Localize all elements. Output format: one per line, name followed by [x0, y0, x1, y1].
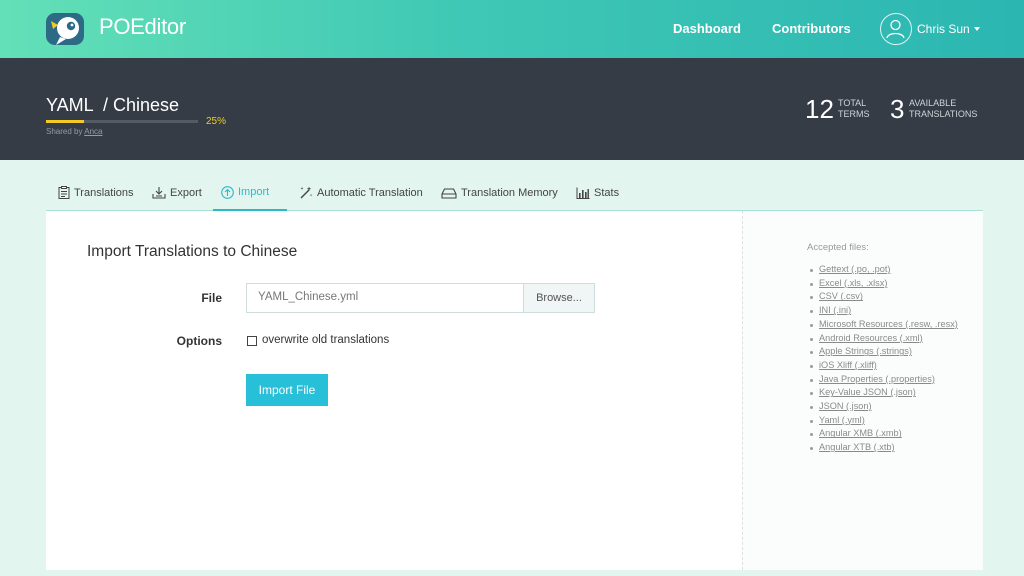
- options-label: Options: [176, 334, 222, 348]
- tab-label: Automatic Translation: [317, 186, 423, 199]
- accepted-file-link[interactable]: Android Resources (.xml): [819, 333, 923, 343]
- progress-fill: [46, 120, 84, 123]
- accepted-files-title: Accepted files:: [807, 242, 869, 253]
- accepted-file-link[interactable]: INI (.ini): [819, 305, 851, 315]
- progress-percent: 25%: [206, 116, 227, 127]
- bar-chart-icon: [576, 187, 590, 199]
- accepted-file-link[interactable]: Microsoft Resources (.resw, .resx): [819, 319, 958, 329]
- stat-label-line: TOTAL: [838, 98, 867, 108]
- accepted-file-link[interactable]: Excel (.xls, .xlsx): [819, 278, 887, 288]
- file-path-input[interactable]: YAML_Chinese.yml: [246, 283, 524, 313]
- stat-total-terms-number: 12: [805, 94, 834, 124]
- clipboard-list-icon: [58, 186, 70, 199]
- overwrite-checkbox[interactable]: [247, 336, 257, 346]
- accepted-file-link[interactable]: CSV (.csv): [819, 291, 863, 301]
- list-item: Gettext (.po, .pot): [807, 263, 977, 277]
- brand-name[interactable]: POEditor: [99, 14, 186, 40]
- project-tabs: Translations Export Import Automatic Tra…: [46, 175, 983, 211]
- tab-import[interactable]: Import: [213, 175, 287, 211]
- accepted-file-link[interactable]: Gettext (.po, .pot): [819, 264, 891, 274]
- accepted-file-link[interactable]: iOS Xliff (.xliff): [819, 360, 877, 370]
- list-item: Excel (.xls, .xlsx): [807, 277, 977, 291]
- import-panel: Import Translations to Chinese File YAML…: [46, 211, 983, 570]
- avatar[interactable]: [880, 13, 912, 45]
- stat-label-line: TERMS: [838, 109, 870, 119]
- user-icon: [886, 19, 905, 39]
- nav-contributors[interactable]: Contributors: [772, 21, 851, 36]
- list-item: Apple Strings (.strings): [807, 345, 977, 359]
- tab-export[interactable]: Export: [144, 175, 210, 210]
- list-item: Java Properties (.properties): [807, 373, 977, 387]
- shared-by: Shared by Anca: [46, 127, 102, 136]
- page-title: Import Translations to Chinese: [87, 243, 298, 260]
- list-item: CSV (.csv): [807, 290, 977, 304]
- accepted-file-link[interactable]: Yaml (.yml): [819, 415, 865, 425]
- stat-translations-label: AVAILABLE TRANSLATIONS: [909, 98, 977, 120]
- accepted-file-link[interactable]: JSON (.json): [819, 401, 872, 411]
- list-item: Angular XMB (.xmb): [807, 427, 977, 441]
- accepted-file-link[interactable]: Key-Value JSON (.json): [819, 387, 916, 397]
- project-header: YAML / Chinese 25% Shared by Anca 12 TOT…: [0, 58, 1024, 160]
- file-label: File: [201, 291, 222, 305]
- tab-translation-memory[interactable]: Translation Memory: [433, 175, 566, 210]
- magic-wand-icon: [300, 186, 313, 199]
- project-title: YAML / Chinese: [46, 95, 180, 115]
- accepted-file-link[interactable]: Angular XTB (.xtb): [819, 442, 895, 452]
- accepted-files-sidebar: Accepted files: Gettext (.po, .pot) Excel…: [742, 211, 983, 570]
- hard-drive-icon: [441, 187, 457, 199]
- overwrite-label[interactable]: overwrite old translations: [262, 334, 389, 346]
- list-item: iOS Xliff (.xliff): [807, 359, 977, 373]
- top-navbar: POEditor Dashboard Contributors Chris Su…: [0, 0, 1024, 58]
- tab-label: Import: [238, 186, 270, 198]
- tab-automatic-translation[interactable]: Automatic Translation: [291, 175, 431, 210]
- browse-button[interactable]: Browse...: [523, 283, 595, 313]
- tab-stats[interactable]: Stats: [568, 175, 627, 210]
- list-item: Android Resources (.xml): [807, 332, 977, 346]
- poeditor-logo-icon[interactable]: [46, 11, 88, 47]
- list-item: Angular XTB (.xtb): [807, 441, 977, 455]
- list-item: Microsoft Resources (.resw, .resx): [807, 318, 977, 332]
- shared-by-link[interactable]: Anca: [84, 127, 102, 136]
- shared-prefix: Shared by: [46, 127, 83, 136]
- accepted-file-link[interactable]: Java Properties (.properties): [819, 374, 935, 384]
- accepted-file-link[interactable]: Angular XMB (.xmb): [819, 428, 902, 438]
- import-file-button[interactable]: Import File: [246, 374, 328, 406]
- tab-translations[interactable]: Translations: [50, 175, 142, 210]
- tab-label: Translation Memory: [461, 186, 558, 199]
- progress-bar: [46, 120, 198, 123]
- accepted-file-link[interactable]: Apple Strings (.strings): [819, 346, 912, 356]
- stat-label-line: TRANSLATIONS: [909, 109, 978, 119]
- list-item: JSON (.json): [807, 400, 977, 414]
- download-icon: [152, 187, 166, 199]
- stat-translations-number: 3: [890, 94, 905, 124]
- stat-total-terms-label: TOTAL TERMS: [838, 98, 870, 120]
- tab-label: Export: [170, 186, 202, 199]
- nav-dashboard[interactable]: Dashboard: [673, 21, 741, 36]
- user-name[interactable]: Chris Sun: [917, 22, 970, 36]
- list-item: INI (.ini): [807, 304, 977, 318]
- list-item: Yaml (.yml): [807, 414, 977, 428]
- list-item: Key-Value JSON (.json): [807, 386, 977, 400]
- accepted-files-list: Gettext (.po, .pot) Excel (.xls, .xlsx) CS…: [807, 263, 977, 455]
- stat-label-line: AVAILABLE: [909, 98, 957, 108]
- upload-circle-icon: [221, 185, 234, 199]
- tab-label: Stats: [594, 186, 620, 199]
- tab-label: Translations: [74, 186, 134, 199]
- caret-down-icon[interactable]: [974, 27, 980, 31]
